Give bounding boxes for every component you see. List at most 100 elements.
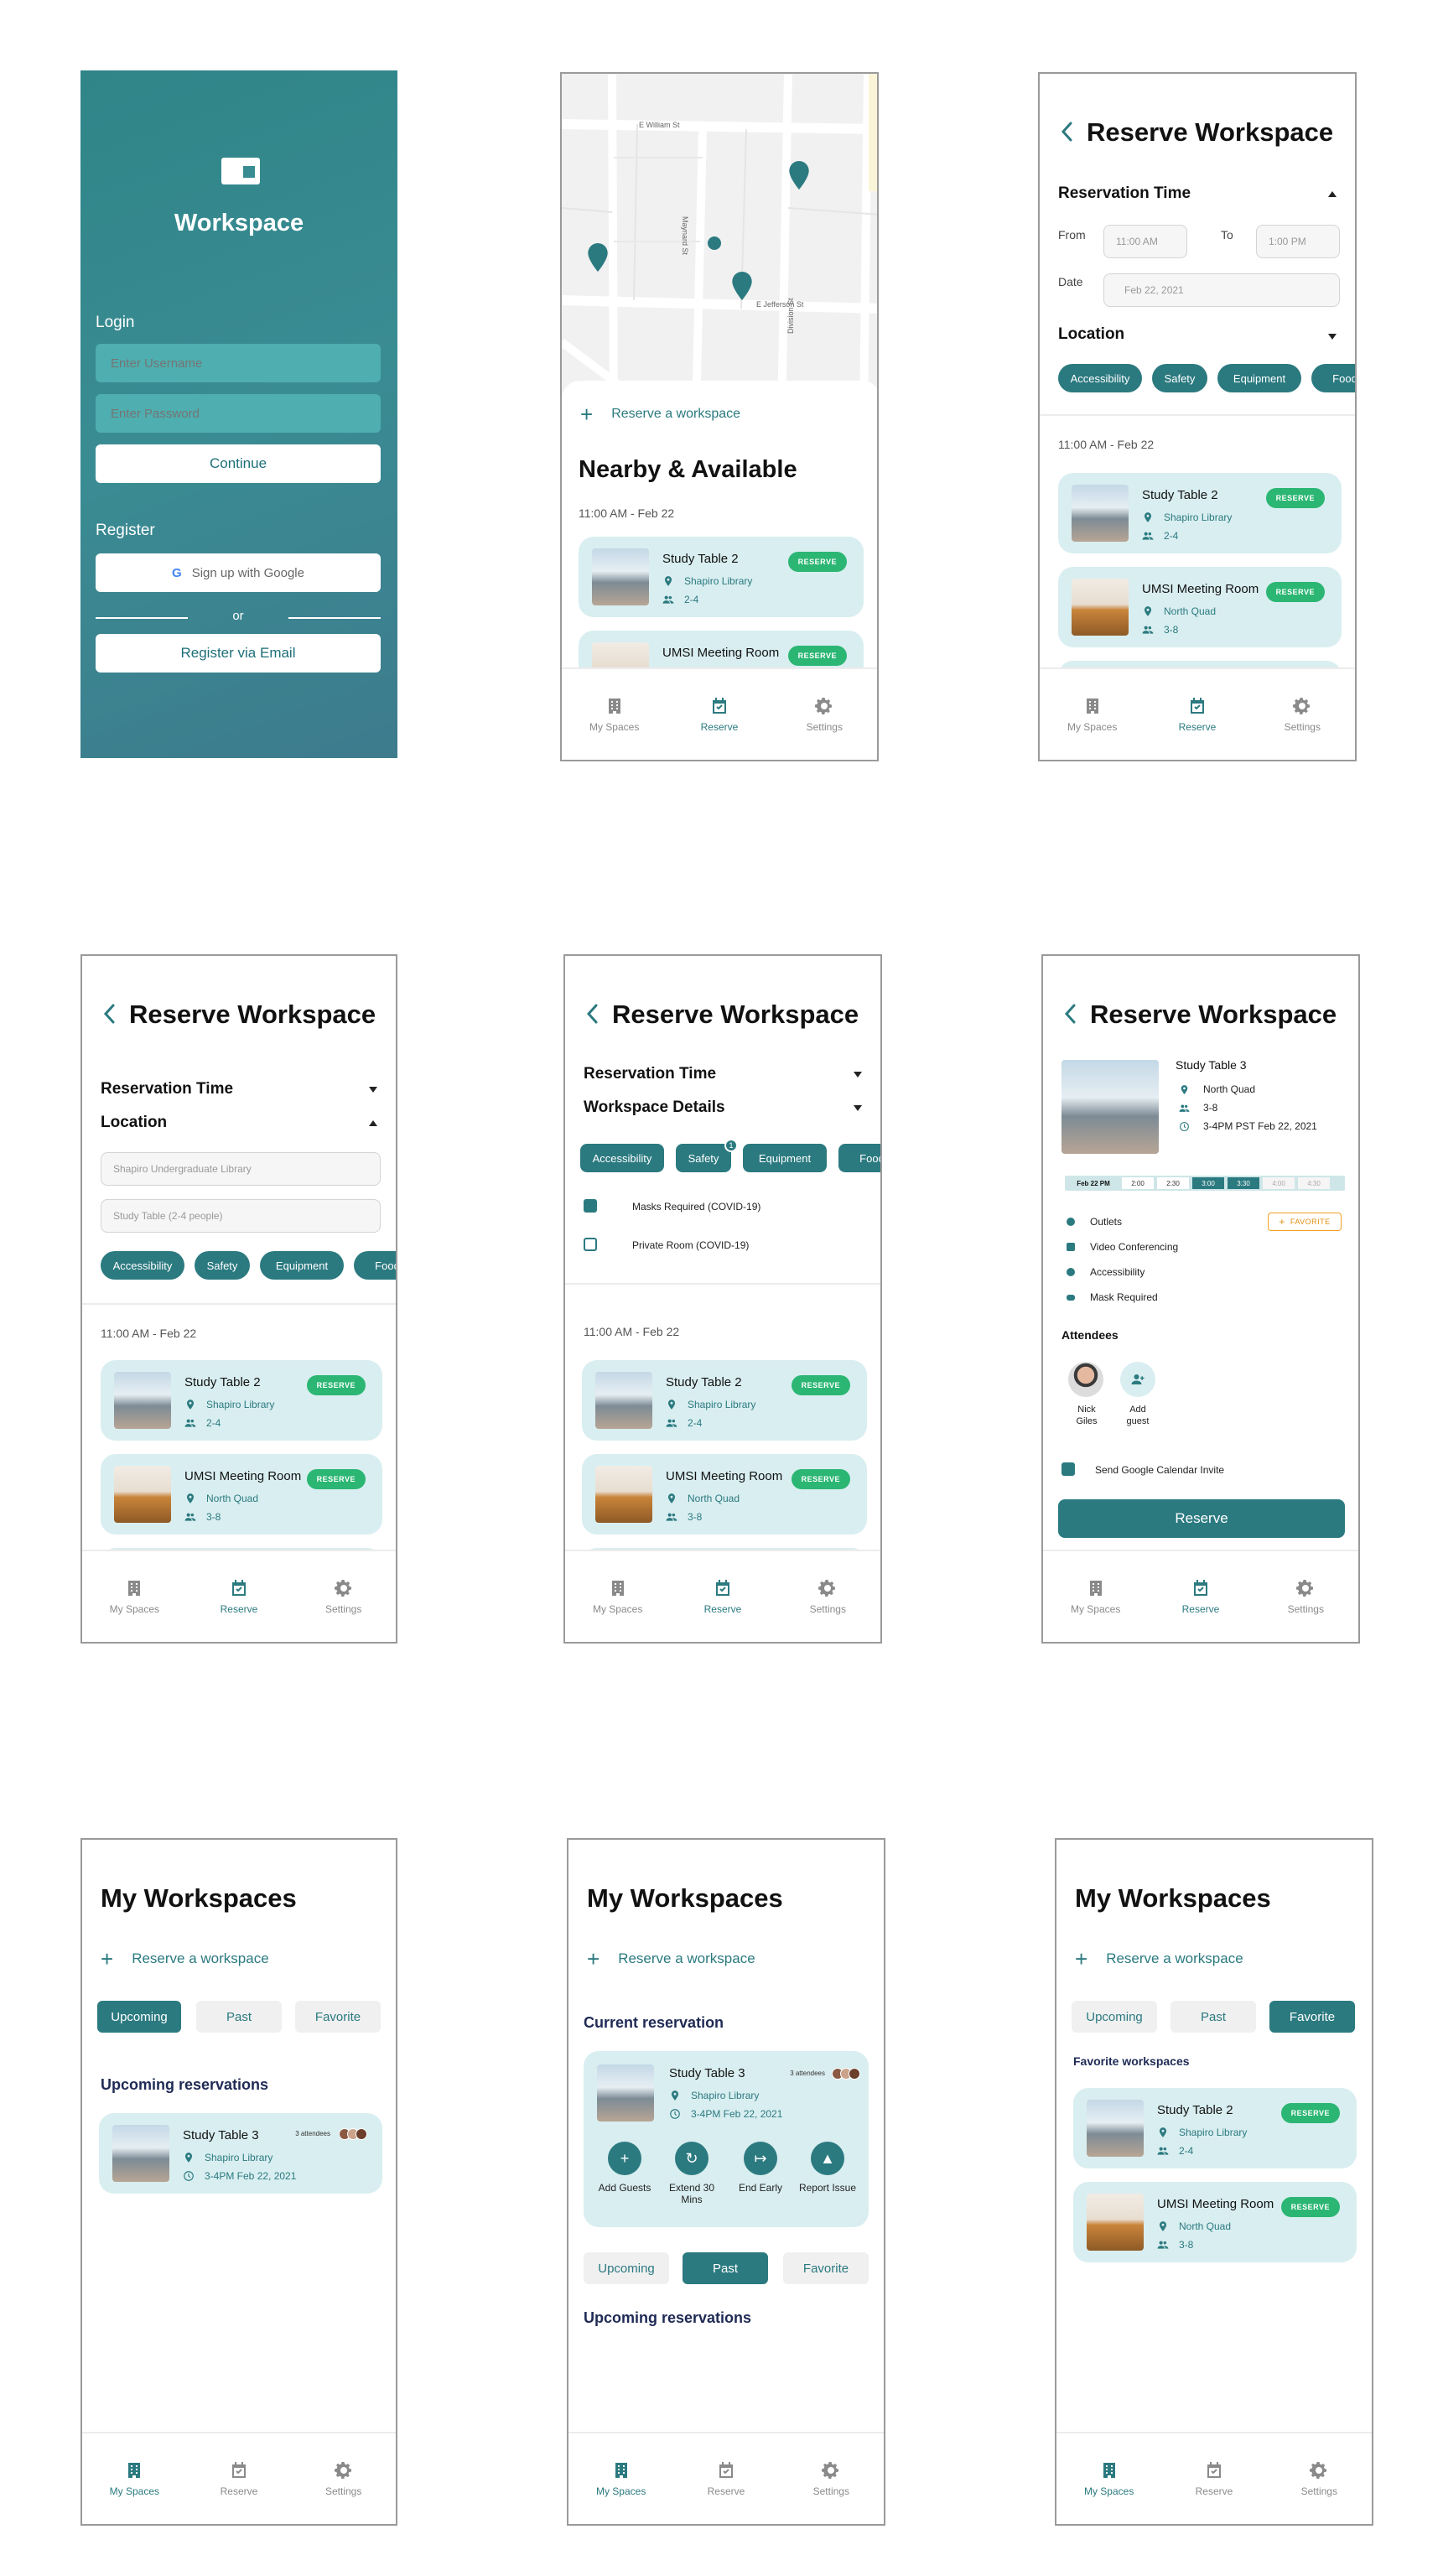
space-card[interactable]: Study Table 2 Shapiro Library 2-4 RESERV…	[101, 1360, 382, 1441]
nav-settings[interactable]: Settings	[302, 2460, 386, 2497]
map-pin-icon[interactable]	[788, 161, 810, 190]
nav-reserve[interactable]: Reserve	[684, 2460, 768, 2497]
filter-food[interactable]: Food	[1311, 364, 1355, 392]
reserve-badge-button[interactable]: RESERVE	[787, 646, 847, 666]
nav-settings[interactable]: Settings	[1264, 1578, 1347, 1615]
reserve-button[interactable]: Reserve	[1058, 1499, 1345, 1538]
nav-reserve[interactable]: Reserve	[1172, 2460, 1256, 2497]
attendee-avatar[interactable]	[1068, 1362, 1103, 1397]
time-slot[interactable]: 3:30	[1228, 1177, 1259, 1189]
tab-past[interactable]: Past	[196, 2001, 282, 2033]
time-slot[interactable]: 4:00	[1263, 1177, 1295, 1189]
password-input[interactable]	[96, 394, 381, 433]
filter-safety[interactable]: Safety	[195, 1251, 250, 1280]
nav-reserve[interactable]: Reserve	[197, 1578, 281, 1615]
nav-my-spaces[interactable]: My Spaces	[573, 696, 657, 733]
masks-required-checkbox[interactable]	[584, 1199, 597, 1213]
reserve-workspace-link[interactable]: + Reserve a workspace	[587, 1948, 755, 1970]
nav-reserve[interactable]: Reserve	[681, 1578, 765, 1615]
back-arrow-icon[interactable]	[1060, 121, 1073, 143]
map-pin-icon[interactable]	[587, 243, 609, 272]
filter-accessibility[interactable]: Accessibility	[101, 1251, 184, 1280]
continue-button[interactable]: Continue	[96, 444, 381, 483]
reserve-badge-button[interactable]: RESERVE	[306, 1375, 366, 1395]
map-view[interactable]: E William St E Jefferson St Maynard St D…	[562, 74, 877, 418]
time-slot[interactable]: 2:00	[1122, 1177, 1154, 1189]
filter-safety[interactable]: Safety	[676, 1144, 731, 1172]
space-card[interactable]: UMSI Meeting Room North Quad 3-8 RESERVE	[1073, 2182, 1357, 2262]
calendar-invite-checkbox[interactable]	[1061, 1462, 1075, 1476]
nav-my-spaces[interactable]: My Spaces	[1051, 696, 1134, 733]
tab-favorite[interactable]: Favorite	[783, 2252, 869, 2284]
nav-my-spaces[interactable]: My Spaces	[92, 2460, 176, 2497]
space-card[interactable]: Study Table 2 Shapiro Library 2-4 RESERV…	[579, 537, 864, 617]
tab-past[interactable]: Past	[683, 2252, 768, 2284]
nav-reserve[interactable]: Reserve	[1159, 1578, 1243, 1615]
filter-accessibility[interactable]: Accessibility	[580, 1144, 664, 1172]
filter-food[interactable]: Food	[354, 1251, 396, 1280]
google-signup-button[interactable]: G Sign up with Google	[96, 553, 381, 592]
date-field[interactable]: Feb 22, 2021	[1103, 273, 1340, 307]
back-arrow-icon[interactable]	[585, 1003, 599, 1025]
reservation-time-header[interactable]: Reservation Time	[584, 1065, 716, 1083]
reserve-badge-button[interactable]: RESERVE	[791, 1469, 850, 1489]
current-reservation-card[interactable]: Study Table 3 3 attendees Shapiro Librar…	[584, 2051, 869, 2227]
reserve-badge-button[interactable]: RESERVE	[306, 1469, 366, 1489]
reservation-card[interactable]: Study Table 3 3 attendees Shapiro Librar…	[99, 2113, 382, 2194]
tab-upcoming[interactable]: Upcoming	[584, 2252, 669, 2284]
table-type-field[interactable]: Study Table (2-4 people)	[101, 1199, 381, 1233]
caret-down-icon[interactable]	[854, 1105, 862, 1111]
location-header[interactable]: Location	[101, 1114, 167, 1132]
back-arrow-icon[interactable]	[1063, 1003, 1077, 1025]
location-field[interactable]: Shapiro Undergraduate Library	[101, 1152, 381, 1186]
nav-my-spaces[interactable]: My Spaces	[1067, 2460, 1151, 2497]
nav-my-spaces[interactable]: My Spaces	[1054, 1578, 1138, 1615]
space-card[interactable]: Study Table 2 Shapiro Library 2-4 RESERV…	[1058, 473, 1342, 553]
caret-up-icon[interactable]	[1328, 191, 1337, 197]
tab-upcoming[interactable]: Upcoming	[1072, 2001, 1157, 2033]
nav-reserve[interactable]: Reserve	[1155, 696, 1239, 733]
space-card[interactable]: Study Table 2 Shapiro Library 2-4 RESERV…	[1073, 2088, 1357, 2168]
space-card[interactable]: Study Table 2 Shapiro Library 2-4 RESERV…	[582, 1360, 867, 1441]
add-guest-button[interactable]	[1120, 1362, 1155, 1397]
nav-my-spaces[interactable]: My Spaces	[92, 1578, 176, 1615]
filter-equipment[interactable]: Equipment	[260, 1251, 344, 1280]
filter-safety[interactable]: Safety	[1152, 364, 1207, 392]
nav-settings[interactable]: Settings	[789, 2460, 873, 2497]
report-issue-action[interactable]: ▲ Report Issue	[798, 2142, 857, 2194]
reserve-badge-button[interactable]: RESERVE	[787, 552, 847, 572]
reserve-workspace-link[interactable]: + Reserve a workspace	[580, 403, 740, 425]
reserve-badge-button[interactable]: RESERVE	[1280, 2103, 1340, 2123]
nav-settings[interactable]: Settings	[1260, 696, 1344, 733]
reservation-time-header[interactable]: Reservation Time	[101, 1080, 233, 1098]
nav-my-spaces[interactable]: My Spaces	[576, 1578, 660, 1615]
filter-equipment[interactable]: Equipment	[1217, 364, 1301, 392]
reserve-workspace-link[interactable]: + Reserve a workspace	[101, 1948, 269, 1970]
map-pin-icon[interactable]	[731, 272, 753, 300]
extend-action[interactable]: ↻ Extend 30 Mins	[662, 2142, 721, 2205]
private-room-checkbox[interactable]	[584, 1238, 597, 1251]
filter-food[interactable]: Food	[838, 1144, 880, 1172]
nav-reserve[interactable]: Reserve	[677, 696, 761, 733]
reserve-workspace-link[interactable]: + Reserve a workspace	[1075, 1948, 1243, 1970]
nav-my-spaces[interactable]: My Spaces	[579, 2460, 663, 2497]
nav-settings[interactable]: Settings	[782, 696, 866, 733]
filter-accessibility[interactable]: Accessibility	[1058, 364, 1142, 392]
username-input[interactable]	[96, 344, 381, 382]
nav-settings[interactable]: Settings	[786, 1578, 869, 1615]
tab-favorite[interactable]: Favorite	[295, 2001, 381, 2033]
to-time-field[interactable]: 1:00 PM	[1256, 225, 1340, 258]
tab-past[interactable]: Past	[1170, 2001, 1256, 2033]
back-arrow-icon[interactable]	[102, 1003, 116, 1025]
reserve-badge-button[interactable]: RESERVE	[1265, 488, 1325, 508]
caret-down-icon[interactable]	[854, 1072, 862, 1078]
tab-upcoming[interactable]: Upcoming	[97, 2001, 181, 2033]
time-slot[interactable]: 2:30	[1157, 1177, 1189, 1189]
favorite-button[interactable]: + FAVORITE	[1268, 1213, 1342, 1231]
reservation-time-header[interactable]: Reservation Time	[1058, 184, 1191, 203]
filter-equipment[interactable]: Equipment	[743, 1144, 827, 1172]
caret-down-icon[interactable]	[1328, 334, 1337, 340]
nav-settings[interactable]: Settings	[302, 1578, 386, 1615]
time-slot[interactable]: 3:00	[1192, 1177, 1224, 1189]
space-card[interactable]: UMSI Meeting Room North Quad 3-8 RESERVE	[1058, 567, 1342, 647]
